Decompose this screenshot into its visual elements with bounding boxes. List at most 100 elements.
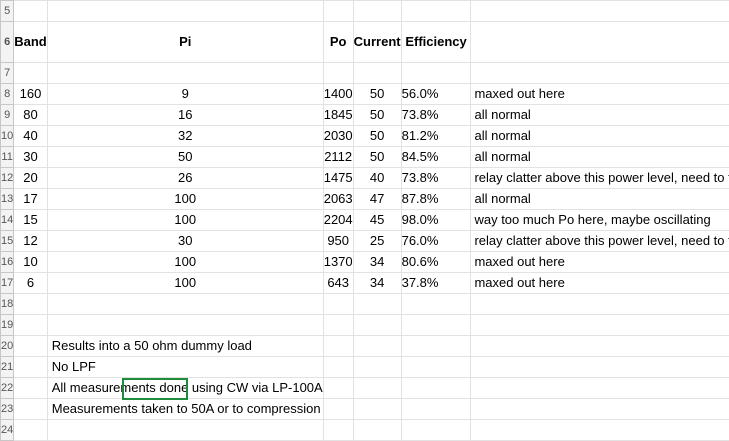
cell-band[interactable]: 40 — [14, 126, 48, 147]
cell-po[interactable]: 643 — [323, 273, 353, 294]
cell[interactable] — [401, 357, 471, 378]
header-po[interactable]: Po — [323, 22, 353, 63]
cell[interactable] — [323, 1, 353, 22]
cell-note[interactable]: all normal — [471, 147, 729, 168]
cell[interactable] — [323, 336, 353, 357]
row-header[interactable]: 14 — [1, 210, 14, 231]
cell[interactable] — [14, 315, 48, 336]
cell[interactable] — [353, 315, 401, 336]
cell[interactable] — [353, 378, 401, 399]
cell-band[interactable]: 10 — [14, 252, 48, 273]
cell[interactable] — [353, 357, 401, 378]
cell-pi[interactable]: 30 — [47, 231, 323, 252]
cell[interactable] — [471, 1, 729, 22]
cell[interactable] — [471, 378, 729, 399]
cell-current[interactable]: 34 — [353, 273, 401, 294]
cell-current[interactable]: 50 — [353, 147, 401, 168]
header-pi[interactable]: Pi — [47, 22, 323, 63]
cell[interactable] — [471, 336, 729, 357]
row-header[interactable]: 10 — [1, 126, 14, 147]
row-header[interactable]: 6 — [1, 22, 14, 63]
cell-note[interactable]: relay clatter above this power level, ne… — [471, 231, 729, 252]
cell-note[interactable]: relay clatter above this power level, ne… — [471, 168, 729, 189]
cell-pi[interactable]: 100 — [47, 189, 323, 210]
cell[interactable] — [323, 378, 353, 399]
cell[interactable] — [323, 357, 353, 378]
cell-band[interactable]: 20 — [14, 168, 48, 189]
cell[interactable] — [353, 63, 401, 84]
row-header[interactable]: 9 — [1, 105, 14, 126]
cell[interactable] — [323, 399, 353, 420]
cell-footnote[interactable]: No LPF — [47, 357, 323, 378]
cell-efficiency[interactable]: 56.0% — [401, 84, 471, 105]
row-header[interactable]: 13 — [1, 189, 14, 210]
row-header[interactable]: 20 — [1, 336, 14, 357]
cell[interactable] — [353, 294, 401, 315]
cell-efficiency[interactable]: 73.8% — [401, 105, 471, 126]
row-header[interactable]: 5 — [1, 1, 14, 22]
cell-pi[interactable]: 9 — [47, 84, 323, 105]
cell[interactable] — [47, 63, 323, 84]
cell-efficiency[interactable]: 81.2% — [401, 126, 471, 147]
row-header[interactable]: 7 — [1, 63, 14, 84]
cell-efficiency[interactable]: 80.6% — [401, 252, 471, 273]
cell-efficiency[interactable]: 73.8% — [401, 168, 471, 189]
cell-current[interactable]: 50 — [353, 84, 401, 105]
cell-po[interactable]: 1475 — [323, 168, 353, 189]
cell[interactable] — [14, 294, 48, 315]
cell-band[interactable]: 6 — [14, 273, 48, 294]
cell-footnote[interactable]: Results into a 50 ohm dummy load — [47, 336, 323, 357]
cell-band[interactable]: 12 — [14, 231, 48, 252]
cell[interactable] — [401, 1, 471, 22]
cell-po[interactable]: 2112 — [323, 147, 353, 168]
cell[interactable] — [14, 357, 48, 378]
cell-current[interactable]: 45 — [353, 210, 401, 231]
cell[interactable] — [471, 63, 729, 84]
cell-po[interactable]: 2030 — [323, 126, 353, 147]
cell[interactable] — [401, 378, 471, 399]
cell-note[interactable]: maxed out here — [471, 252, 729, 273]
cell-note[interactable]: all normal — [471, 126, 729, 147]
header-current[interactable]: Current — [353, 22, 401, 63]
cell-po[interactable]: 1400 — [323, 84, 353, 105]
cell-po[interactable]: 1845 — [323, 105, 353, 126]
cell[interactable] — [14, 63, 48, 84]
row-header[interactable]: 21 — [1, 357, 14, 378]
cell[interactable] — [47, 1, 323, 22]
cell-current[interactable]: 40 — [353, 168, 401, 189]
cell-current[interactable]: 34 — [353, 252, 401, 273]
row-header[interactable]: 8 — [1, 84, 14, 105]
cell-note[interactable]: all normal — [471, 189, 729, 210]
cell-efficiency[interactable]: 84.5% — [401, 147, 471, 168]
cell[interactable] — [401, 315, 471, 336]
cell-po[interactable]: 950 — [323, 231, 353, 252]
cell-current[interactable]: 25 — [353, 231, 401, 252]
cell-note[interactable]: all normal — [471, 105, 729, 126]
cell-po[interactable]: 1370 — [323, 252, 353, 273]
cell-efficiency[interactable]: 87.8% — [401, 189, 471, 210]
cell-efficiency[interactable]: 37.8% — [401, 273, 471, 294]
cell[interactable] — [14, 1, 48, 22]
cell[interactable] — [401, 399, 471, 420]
cell-footnote[interactable]: Measurements taken to 50A or to compress… — [47, 399, 323, 420]
row-header[interactable]: 11 — [1, 147, 14, 168]
cell-current[interactable]: 50 — [353, 126, 401, 147]
cell[interactable] — [323, 63, 353, 84]
row-header[interactable]: 16 — [1, 252, 14, 273]
row-header[interactable]: 22 — [1, 378, 14, 399]
cell[interactable] — [14, 336, 48, 357]
cell-note[interactable]: maxed out here — [471, 84, 729, 105]
cell-pi[interactable]: 26 — [47, 168, 323, 189]
row-header[interactable]: 15 — [1, 231, 14, 252]
cell[interactable] — [353, 1, 401, 22]
cell-band[interactable]: 80 — [14, 105, 48, 126]
cell-po[interactable]: 2063 — [323, 189, 353, 210]
cell[interactable] — [323, 315, 353, 336]
cell-band[interactable]: 160 — [14, 84, 48, 105]
cell[interactable] — [471, 22, 729, 63]
row-header[interactable]: 18 — [1, 294, 14, 315]
cell-pi[interactable]: 16 — [47, 105, 323, 126]
cell[interactable] — [471, 357, 729, 378]
cell-pi[interactable]: 100 — [47, 252, 323, 273]
cell-efficiency[interactable]: 98.0% — [401, 210, 471, 231]
